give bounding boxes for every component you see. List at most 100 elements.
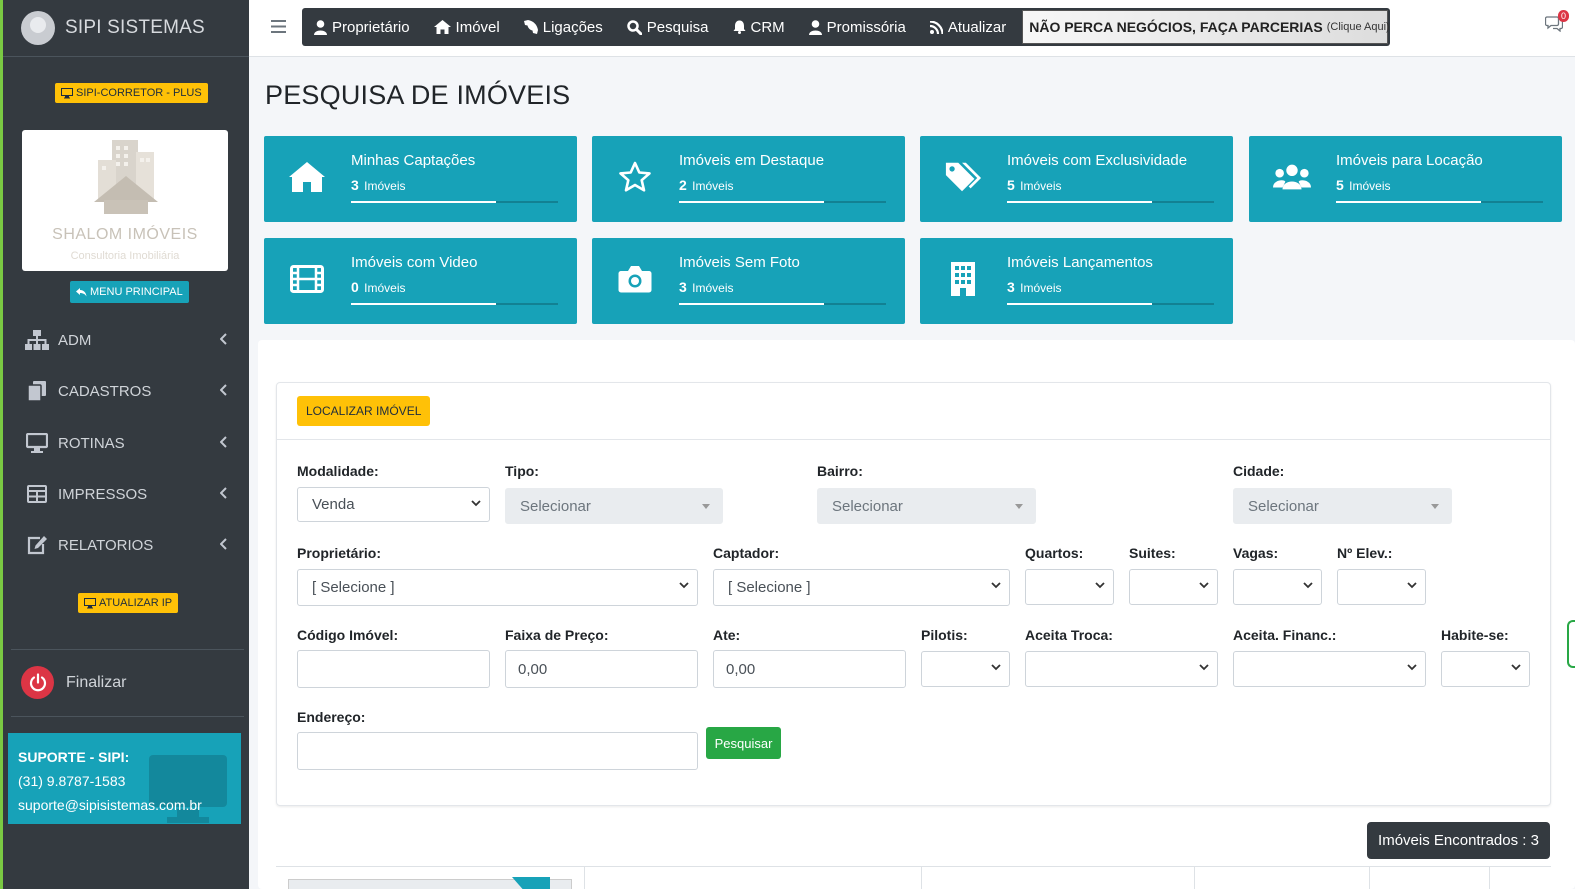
card-title: Imóveis para Locação — [1336, 152, 1483, 169]
home-icon — [433, 20, 451, 34]
sidebar-item-label: ROTINAS — [58, 434, 125, 452]
card-count-value: 3 — [351, 177, 359, 193]
card-progress-fill — [351, 303, 496, 305]
codigo-imovel-input[interactable] — [297, 650, 490, 688]
card-progress-fill — [1007, 303, 1152, 305]
habite-se-label: Habite-se: — [1441, 627, 1509, 643]
proprietario-select[interactable]: [ Selecione ] — [297, 569, 698, 606]
card-count-unit: Imóveis — [692, 281, 734, 295]
nav-promissoria[interactable]: Promissória — [808, 19, 906, 36]
banner-link[interactable]: (Clique Aqui) — [1327, 21, 1390, 33]
sitemap-icon — [24, 330, 50, 350]
chevron-down-icon — [1407, 664, 1417, 671]
captador-select[interactable]: [ Selecione ] — [713, 569, 1010, 606]
pesquisar-button[interactable]: Pesquisar — [706, 727, 781, 759]
bairro-select[interactable]: Selecionar — [817, 488, 1036, 524]
card-title: Imóveis Lançamentos — [1007, 254, 1153, 271]
support-title: SUPORTE - SIPI: — [18, 749, 130, 765]
rss-icon — [929, 20, 943, 34]
page-title: PESQUISA DE IMÓVEIS — [265, 80, 571, 110]
ate-input[interactable]: 0,00 — [713, 650, 906, 688]
avatar — [21, 11, 55, 45]
building-logo-icon — [94, 140, 158, 214]
nav-pesquisa[interactable]: Pesquisa — [627, 19, 709, 36]
card-count: 3 Imóveis — [351, 177, 405, 193]
sidebar-item-cadastros[interactable]: CADASTROS — [24, 376, 234, 406]
card-imoveis-lancamentos[interactable]: Imóveis Lançamentos 3 Imóveis — [920, 238, 1233, 324]
nav-imovel[interactable]: Imóvel — [433, 19, 500, 36]
sidebar-item-rotinas[interactable]: ROTINAS — [24, 428, 234, 458]
proprietario-label: Proprietário: — [297, 545, 382, 561]
support-phone: (31) 9.8787-1583 — [18, 773, 126, 789]
logout-label: Finalizar — [66, 673, 127, 691]
atualizar-ip-button[interactable]: ATUALIZAR IP — [78, 593, 179, 613]
plan-badge[interactable]: SIPI-CORRETOR - PLUS — [55, 83, 208, 103]
menu-principal-button[interactable]: MENU PRINCIPAL — [70, 281, 189, 303]
column-divider — [1194, 867, 1195, 889]
parcerias-banner[interactable]: NÃO PERCA NEGÓCIOS, FAÇA PARCERIAS (Cliq… — [1022, 10, 1390, 44]
sidebar-item-adm[interactable]: ADM — [24, 325, 234, 355]
side-panel-handle[interactable] — [1567, 620, 1575, 668]
pilotis-select[interactable] — [921, 651, 1010, 687]
faixa-preco-label: Faixa de Preço: — [505, 627, 609, 643]
nav-ligacoes[interactable]: Ligações — [523, 19, 603, 36]
tipo-select[interactable]: Selecionar — [505, 488, 723, 524]
desktop-icon — [84, 597, 96, 608]
nav-proprietario[interactable]: Proprietário — [314, 19, 410, 36]
card-imoveis-sem-foto[interactable]: Imóveis Sem Foto 3 Imóveis — [592, 238, 905, 324]
vagas-select[interactable] — [1233, 569, 1322, 605]
card-count-unit: Imóveis — [364, 281, 406, 295]
brand-text: SIPI SISTEMAS — [65, 17, 205, 38]
star-icon — [616, 158, 654, 196]
codigo-imovel-label: Código Imóvel: — [297, 627, 399, 643]
card-progress-fill — [1336, 201, 1481, 203]
modalidade-select[interactable]: Venda — [297, 487, 490, 522]
chevron-left-icon — [220, 436, 227, 448]
cidade-select[interactable]: Selecionar — [1233, 488, 1452, 524]
column-divider — [584, 867, 585, 889]
nav-crm[interactable]: CRM — [733, 19, 785, 36]
brand[interactable]: SIPI SISTEMAS — [3, 0, 249, 57]
card-imoveis-video[interactable]: Imóveis com Video 0 Imóveis — [264, 238, 577, 324]
aceita-financ-select[interactable] — [1233, 651, 1426, 687]
logo-name: SHALOM IMÓVEIS — [52, 226, 198, 243]
habite-se-select[interactable] — [1441, 651, 1530, 687]
edit-icon — [24, 535, 50, 555]
sidebar-item-relatorios[interactable]: RELATORIOS — [24, 530, 234, 560]
suites-select[interactable] — [1129, 569, 1218, 605]
card-count: 3 Imóveis — [679, 279, 733, 295]
column-divider — [1489, 867, 1490, 889]
search-icon — [627, 19, 642, 35]
chevron-down-icon — [1407, 582, 1417, 589]
quartos-select[interactable] — [1025, 569, 1114, 605]
localizar-imovel-button[interactable]: LOCALIZAR IMÓVEL — [297, 396, 431, 426]
results-table-header — [276, 866, 1551, 889]
support-email[interactable]: suporte@sipisistemas.com.br — [18, 793, 231, 817]
suites-label: Suites: — [1129, 545, 1176, 561]
aceita-troca-select[interactable] — [1025, 651, 1218, 687]
card-imoveis-locacao[interactable]: Imóveis para Locação 5 Imóveis — [1249, 136, 1562, 222]
sidebar-item-label: IMPRESSOS — [58, 485, 148, 503]
messages-button[interactable]: 0 — [1544, 10, 1569, 37]
endereco-input[interactable] — [297, 732, 698, 770]
card-imoveis-exclusividade[interactable]: Imóveis com Exclusividade 5 Imóveis — [920, 136, 1233, 222]
hamburger-icon[interactable] — [271, 20, 286, 33]
sidebar: SIPI SISTEMAS SIPI-CORRETOR - PLUS SHALO… — [0, 0, 249, 889]
chevron-left-icon — [220, 487, 227, 499]
captador-label: Captador: — [713, 545, 780, 561]
card-count-unit: Imóveis — [692, 179, 734, 193]
card-count-value: 0 — [351, 279, 359, 295]
sidebar-item-impressos[interactable]: IMPRESSOS — [24, 479, 234, 509]
elevadores-select[interactable] — [1337, 569, 1426, 605]
divider — [11, 649, 244, 650]
card-imoveis-destaque[interactable]: Imóveis em Destaque 2 Imóveis — [592, 136, 905, 222]
nav-atualizar[interactable]: Atualizar — [929, 19, 1006, 36]
chevron-down-icon — [1199, 582, 1209, 589]
faixa-preco-input[interactable]: 0,00 — [505, 650, 698, 688]
card-count: 3 Imóveis — [1007, 279, 1061, 295]
cidade-value: Selecionar — [1248, 497, 1319, 515]
logout-button[interactable]: Finalizar — [21, 666, 126, 699]
card-minhas-captacoes[interactable]: Minhas Captações 3 Imóveis — [264, 136, 577, 222]
card-progress — [1336, 201, 1543, 203]
quartos-label: Quartos: — [1025, 545, 1084, 561]
